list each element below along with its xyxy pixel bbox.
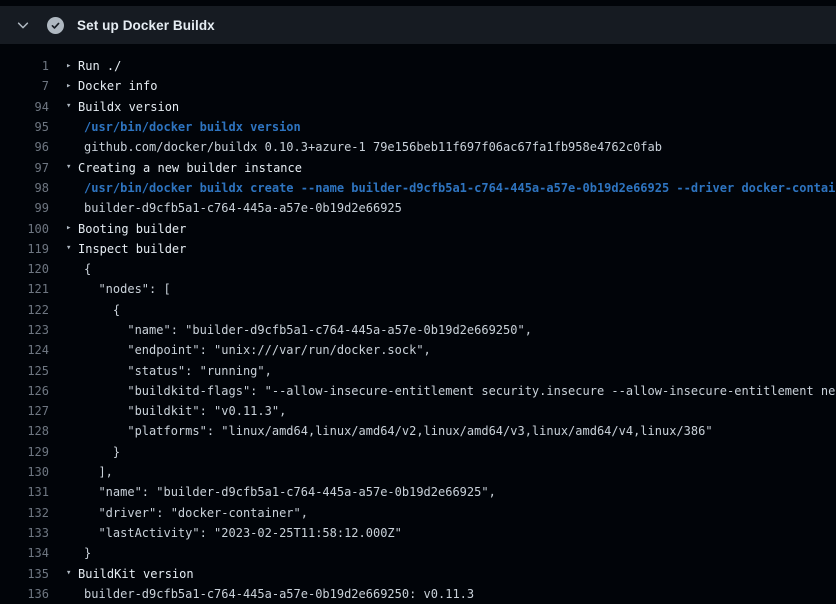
- group-expand-icon[interactable]: ▸: [66, 62, 78, 71]
- log-line: 96 github.com/docker/buildx 0.10.3+azure-…: [0, 137, 836, 157]
- group-collapse-icon[interactable]: ▾: [66, 569, 78, 578]
- command-text: /usr/bin/docker buildx create --name bui…: [84, 181, 836, 195]
- log-line: 1 ▸Run ./: [0, 56, 836, 76]
- line-number[interactable]: 125: [0, 364, 49, 378]
- output-text: github.com/docker/buildx 0.10.3+azure-1 …: [84, 140, 662, 154]
- group-expand-icon[interactable]: ▸: [66, 224, 78, 233]
- group-title[interactable]: Buildx version: [78, 100, 179, 114]
- group-collapse-icon[interactable]: ▾: [66, 244, 78, 253]
- log-line: 136 builder-d9cfb5a1-c764-445a-a57e-0b19d…: [0, 584, 836, 604]
- output-text: "buildkit": "v0.11.3",: [84, 404, 286, 418]
- group-collapse-icon[interactable]: ▾: [66, 102, 78, 111]
- output-text: "platforms": "linux/amd64,linux/amd64/v2…: [84, 424, 713, 438]
- line-number[interactable]: 136: [0, 587, 49, 601]
- line-number[interactable]: 128: [0, 424, 49, 438]
- line-number[interactable]: 98: [0, 181, 49, 195]
- log-line: 132 "driver": "docker-container",: [0, 503, 836, 523]
- output-text: builder-d9cfb5a1-c764-445a-a57e-0b19d2e6…: [84, 587, 474, 601]
- actions-log-page: Set up Docker Buildx 1▸Run ./7▸Docker in…: [0, 0, 836, 604]
- line-number[interactable]: 127: [0, 404, 49, 418]
- line-number[interactable]: 123: [0, 323, 49, 337]
- line-number[interactable]: 95: [0, 120, 49, 134]
- log-line: 127 "buildkit": "v0.11.3",: [0, 401, 836, 421]
- line-number[interactable]: 122: [0, 303, 49, 317]
- line-number[interactable]: 134: [0, 546, 49, 560]
- output-text: }: [84, 546, 91, 560]
- log-line: 123 "name": "builder-d9cfb5a1-c764-445a-…: [0, 320, 836, 340]
- output-text: "lastActivity": "2023-02-25T11:58:12.000…: [84, 526, 402, 540]
- log-line: 134}: [0, 543, 836, 563]
- output-text: "name": "builder-d9cfb5a1-c764-445a-a57e…: [84, 485, 496, 499]
- log-line: 126 "buildkitd-flags": "--allow-insecure…: [0, 381, 836, 401]
- step-title: Set up Docker Buildx: [77, 18, 215, 33]
- output-text: "driver": "docker-container",: [84, 506, 308, 520]
- group-collapse-icon[interactable]: ▾: [66, 163, 78, 172]
- log-line: 131 "name": "builder-d9cfb5a1-c764-445a-…: [0, 482, 836, 502]
- group-title[interactable]: Inspect builder: [78, 242, 186, 256]
- log-line: 94 ▾Buildx version: [0, 97, 836, 117]
- line-number[interactable]: 97: [0, 161, 49, 175]
- log-line: 7 ▸Docker info: [0, 76, 836, 96]
- log-line: 125 "status": "running",: [0, 360, 836, 380]
- line-number[interactable]: 94: [0, 100, 49, 114]
- line-number[interactable]: 135: [0, 567, 49, 581]
- line-number[interactable]: 96: [0, 140, 49, 154]
- output-text: ],: [84, 465, 113, 479]
- group-title[interactable]: Run ./: [78, 59, 121, 73]
- group-title[interactable]: Creating a new builder instance: [78, 161, 302, 175]
- command-text: /usr/bin/docker buildx version: [84, 120, 301, 134]
- output-text: {: [84, 303, 120, 317]
- line-number[interactable]: 7: [0, 79, 49, 93]
- output-text: "buildkitd-flags": "--allow-insecure-ent…: [84, 384, 836, 398]
- log-line: 124 "endpoint": "unix:///var/run/docker.…: [0, 340, 836, 360]
- output-text: "name": "builder-d9cfb5a1-c764-445a-a57e…: [84, 323, 532, 337]
- check-circle-icon: [47, 17, 64, 34]
- line-number[interactable]: 130: [0, 465, 49, 479]
- log-area: 1▸Run ./7▸Docker info94▾Buildx version95…: [0, 44, 836, 604]
- log-line: 119 ▾Inspect builder: [0, 239, 836, 259]
- line-number[interactable]: 1: [0, 59, 49, 73]
- line-number[interactable]: 121: [0, 282, 49, 296]
- output-text: "nodes": [: [84, 282, 171, 296]
- line-number[interactable]: 119: [0, 242, 49, 256]
- line-number[interactable]: 124: [0, 343, 49, 357]
- group-title[interactable]: BuildKit version: [78, 567, 194, 581]
- log-line: 128 "platforms": "linux/amd64,linux/amd6…: [0, 421, 836, 441]
- log-line: 95/usr/bin/docker buildx version: [0, 117, 836, 137]
- log-line: 97 ▾Creating a new builder instance: [0, 157, 836, 177]
- log-line: 133 "lastActivity": "2023-02-25T11:58:12…: [0, 523, 836, 543]
- chevron-down-icon[interactable]: [8, 18, 38, 32]
- output-text: }: [84, 445, 120, 459]
- line-number[interactable]: 120: [0, 262, 49, 276]
- log-line: 99 builder-d9cfb5a1-c764-445a-a57e-0b19d2…: [0, 198, 836, 218]
- group-title[interactable]: Booting builder: [78, 222, 186, 236]
- line-number[interactable]: 100: [0, 222, 49, 236]
- line-number[interactable]: 129: [0, 445, 49, 459]
- log-line: 100 ▸Booting builder: [0, 218, 836, 238]
- line-number[interactable]: 126: [0, 384, 49, 398]
- log-line: 120 {: [0, 259, 836, 279]
- output-text: builder-d9cfb5a1-c764-445a-a57e-0b19d2e6…: [84, 201, 402, 215]
- line-number[interactable]: 99: [0, 201, 49, 215]
- line-number[interactable]: 131: [0, 485, 49, 499]
- log-line: 129 }: [0, 442, 836, 462]
- group-expand-icon[interactable]: ▸: [66, 82, 78, 91]
- line-number[interactable]: 133: [0, 526, 49, 540]
- group-title[interactable]: Docker info: [78, 79, 157, 93]
- log-line: 121 "nodes": [: [0, 279, 836, 299]
- line-number[interactable]: 132: [0, 506, 49, 520]
- output-text: "status": "running",: [84, 364, 272, 378]
- log-line: 135 ▾BuildKit version: [0, 563, 836, 583]
- log-line: 130 ],: [0, 462, 836, 482]
- log-line: 122 {: [0, 300, 836, 320]
- step-header[interactable]: Set up Docker Buildx: [0, 6, 836, 44]
- output-text: "endpoint": "unix:///var/run/docker.sock…: [84, 343, 431, 357]
- log-line: 98/usr/bin/docker buildx create --name b…: [0, 178, 836, 198]
- output-text: {: [84, 262, 91, 276]
